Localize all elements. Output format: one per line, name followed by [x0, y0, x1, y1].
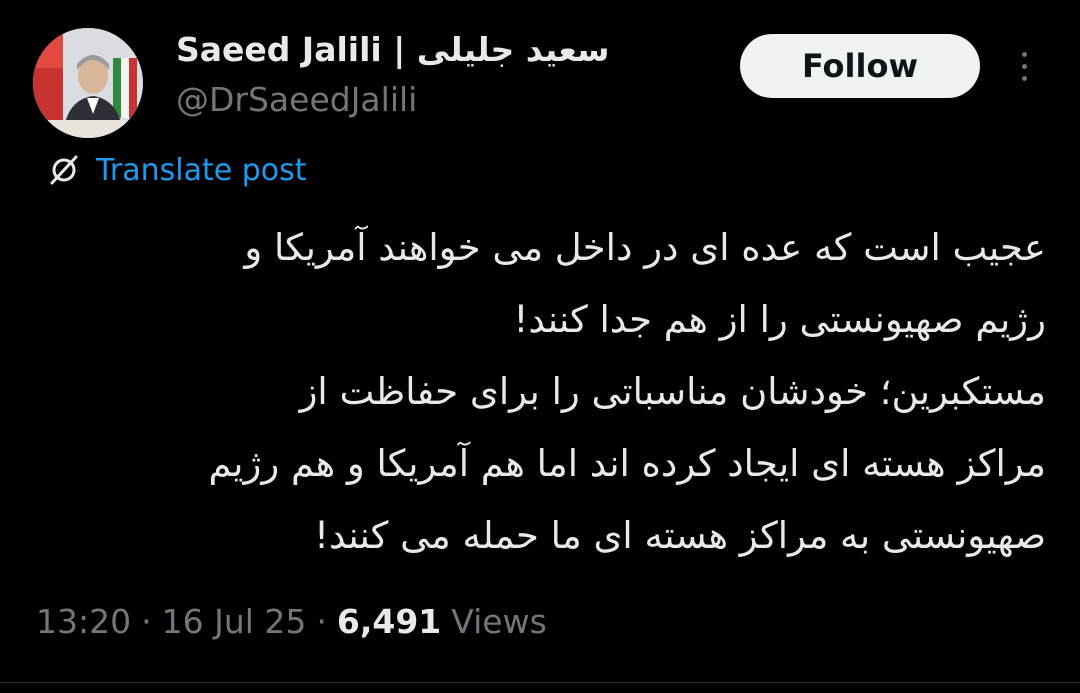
tweet-line: مستکبرین؛ خودشان مناسباتی را برای حفاظت … — [299, 370, 1046, 413]
views-label: Views — [451, 601, 547, 641]
tweet-line: صهیونستی به مراکز هسته ای ما حمله می کنن… — [314, 514, 1046, 557]
more-dot — [1021, 51, 1027, 57]
tweet-line: مراکز هسته ای ایجاد کرده اند اما هم آمری… — [208, 442, 1046, 485]
views-count[interactable]: 6,491 — [337, 602, 441, 641]
tweet-time[interactable]: 13:20 — [36, 602, 131, 641]
translate-row[interactable]: Translate post — [44, 150, 307, 190]
translate-post-link[interactable]: Translate post — [96, 153, 307, 188]
meta-separator: · — [316, 601, 327, 641]
tweet-text: عجیب است که عده ای در داخل می خواهند آمر… — [40, 212, 1046, 572]
more-dot — [1021, 63, 1027, 69]
tweet-line: رژیم صهیونستی را از هم جدا کنند! — [513, 298, 1047, 341]
author-display-name[interactable]: Saeed Jalili | سعید جلیلی — [176, 28, 609, 72]
tweet-date[interactable]: 16 Jul 25 — [162, 602, 307, 641]
tweet-meta: 13:20 · 16 Jul 25 · 6,491 Views — [36, 596, 547, 646]
more-options-icon[interactable] — [1006, 44, 1042, 88]
globe-slash-icon — [50, 155, 78, 185]
more-dot — [1021, 75, 1027, 81]
author-handle[interactable]: @DrSaeedJalili — [176, 78, 417, 122]
follow-button[interactable]: Follow — [740, 34, 980, 98]
avatar-photo — [33, 28, 143, 138]
meta-separator: · — [141, 601, 152, 641]
tweet-line: عجیب است که عده ای در داخل می خواهند آمر… — [244, 226, 1046, 269]
divider — [0, 682, 1080, 683]
avatar[interactable] — [33, 28, 143, 138]
